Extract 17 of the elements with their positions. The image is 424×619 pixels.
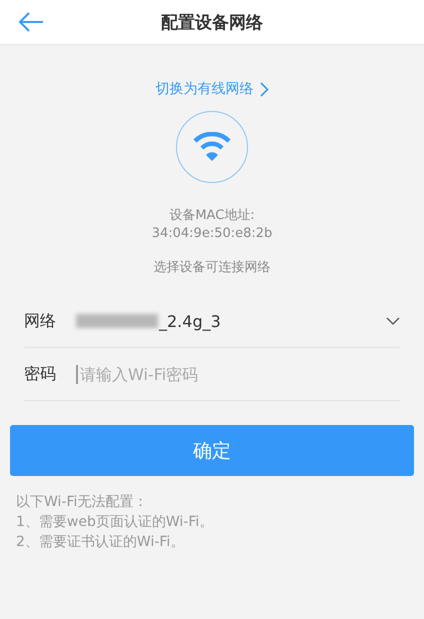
note-text: 1、需要web页面认证的Wi-Fi。 — [16, 513, 214, 532]
back-arrow-icon — [18, 11, 44, 33]
password-field[interactable]: 请输入Wi-Fi密码 — [76, 364, 400, 384]
wifi-icon — [192, 132, 232, 162]
switch-wired-link[interactable]: 切换为有线网络 — [156, 80, 268, 98]
network-label: 网络 — [24, 310, 57, 332]
mac-address: 34:04:9e:50:e8:2b — [152, 225, 272, 243]
password-label: 密码 — [24, 364, 57, 384]
page-title: 配置设备网络 — [161, 12, 263, 34]
mac-label: 设备MAC地址: — [169, 207, 255, 225]
note-text: 2、需要证书认证的Wi-Fi。 — [16, 533, 186, 552]
hint-text: 选择设备可连接网络 — [154, 259, 270, 277]
network-select[interactable]: _2.4g_3 — [76, 312, 400, 330]
chevron-right-icon — [260, 82, 268, 96]
chevron-down-icon — [386, 317, 400, 325]
confirm-button[interactable]: 确定 — [10, 425, 414, 476]
note-text: 以下Wi-Fi无法配置： — [16, 493, 148, 512]
